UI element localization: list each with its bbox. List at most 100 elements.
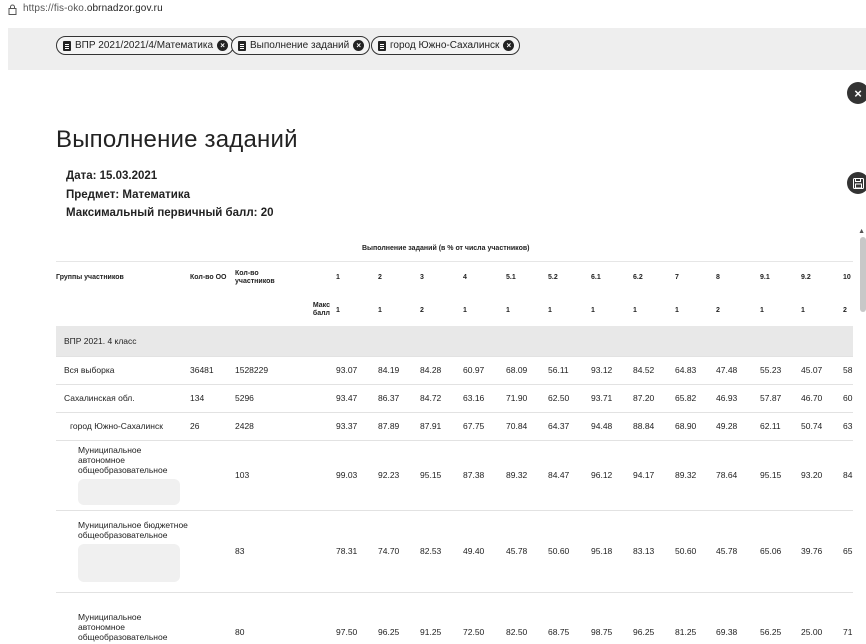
table-row: Муниципальное бюджетное общеобразователь… — [56, 510, 853, 592]
oo-count-cell: 134 — [190, 393, 205, 403]
filter-chip-test[interactable]: ВПР 2021/2021/4/Математика × — [56, 36, 235, 55]
task-percent-cell: 84 — [843, 470, 853, 480]
task-percent-cell: 49.40 — [463, 546, 485, 556]
task-percent-cell: 84.47 — [548, 470, 570, 480]
task-percent-cell: 91.25 — [420, 627, 442, 638]
task-percent-cell: 89.32 — [675, 470, 697, 480]
row-group-name[interactable]: город Южно-Сахалинск — [56, 412, 190, 440]
task-percent-cell: 98.75 — [591, 627, 613, 638]
document-icon — [63, 40, 71, 51]
task-percent-cell: 95.15 — [420, 470, 442, 480]
task-percent-cell: 55.23 — [760, 365, 782, 375]
task-percent-cell: 45.07 — [801, 365, 823, 375]
participants-cell: 103 — [235, 470, 250, 480]
max-score-cell: 1 — [506, 306, 510, 314]
task-percent-cell: 62.50 — [548, 393, 570, 403]
task-percent-cell: 87.89 — [378, 421, 400, 431]
task-percent-cell: 65.06 — [760, 546, 782, 556]
section-label: ВПР 2021. 4 класс — [64, 335, 137, 346]
task-percent-cell: 96.25 — [633, 627, 655, 638]
task-percent-cell: 96.12 — [591, 470, 613, 480]
max-score-cell: 1 — [675, 306, 679, 314]
filter-chip-report[interactable]: Выполнение заданий × — [231, 36, 371, 55]
task-percent-cell: 68.09 — [506, 365, 528, 375]
task-percent-cell: 50.60 — [675, 546, 697, 556]
task-percent-cell: 82.50 — [506, 627, 528, 638]
table-row: город Южно-Сахалинск 26 2428 93.37 87.89 87.9… — [56, 412, 853, 440]
col-header-task[interactable]: 1 — [336, 261, 378, 294]
row-group-label: город Южно-Сахалинск — [70, 421, 163, 431]
task-percent-cell: 68.90 — [675, 421, 697, 431]
save-button[interactable] — [847, 172, 866, 194]
task-percent-cell: 86.37 — [378, 393, 400, 403]
task-percent-cell: 87.38 — [463, 470, 485, 480]
task-percent-cell: 62.11 — [760, 421, 781, 431]
task-percent-cell: 45.78 — [716, 546, 738, 556]
col-header-task[interactable]: 9.1 — [760, 261, 801, 294]
table-row: Вся выборка 36481 1528229 93.07 84.19 84.28 60… — [56, 356, 853, 384]
col-header-task[interactable]: 8 — [716, 261, 760, 294]
task-percent-cell: 71 — [843, 627, 853, 638]
address-bar[interactable]: https://fis-oko.obrnadzor.gov.ru — [0, 0, 866, 17]
report-date: Дата: 15.03.2021 — [66, 170, 158, 182]
vertical-scrollbar[interactable] — [860, 237, 866, 312]
row-group-name[interactable]: Муниципальное бюджетное общеобразователь… — [56, 510, 190, 592]
task-percent-cell: 78.31 — [336, 546, 358, 556]
remove-filter-icon[interactable]: × — [503, 40, 515, 51]
task-percent-cell: 25.00 — [801, 627, 823, 638]
row-group-name[interactable]: Сахалинская обл. — [56, 384, 190, 412]
row-group-name[interactable]: Муниципальное автономное общеобразовател… — [56, 440, 190, 510]
col-header-task[interactable]: 2 — [378, 261, 420, 294]
task-percent-cell: 93.20 — [801, 470, 823, 480]
table-row: Сахалинская обл. 134 5296 93.47 86.37 84.72 63… — [56, 384, 853, 412]
max-score-cell: 2 — [420, 306, 424, 314]
task-percent-cell: 68.75 — [548, 627, 570, 638]
spacer-cell — [294, 412, 336, 440]
col-header-task[interactable]: 7 — [675, 261, 716, 294]
remove-filter-icon[interactable]: × — [217, 40, 229, 51]
max-score-cell: 1 — [463, 306, 467, 314]
task-percent-cell: 63.16 — [463, 393, 485, 403]
spacer-cell — [294, 440, 336, 510]
task-percent-cell: 49.28 — [716, 421, 738, 431]
col-header-task[interactable]: 5.2 — [548, 261, 591, 294]
scroll-up-icon[interactable]: ▲ — [858, 228, 865, 235]
floppy-disk-icon — [852, 177, 864, 189]
results-table-container: Выполнение заданий (в % от числа участни… — [56, 237, 866, 644]
row-group-name[interactable]: Муниципальное автономное общеобразовател… — [56, 592, 190, 644]
task-percent-cell: 72.50 — [463, 627, 485, 638]
task-percent-cell: 60.97 — [463, 365, 485, 375]
task-percent-cell: 95.15 — [760, 470, 782, 480]
filter-bar: ВПР 2021/2021/4/Математика × Выполнение … — [8, 28, 866, 70]
page-title: Выполнение заданий — [56, 126, 298, 153]
col-header-task[interactable]: 10 — [843, 261, 853, 294]
col-header-task[interactable]: 6.1 — [591, 261, 633, 294]
col-header-groups[interactable]: Группы участников — [56, 261, 190, 294]
participants-cell: 83 — [235, 546, 245, 556]
oo-count-cell: 26 — [190, 421, 200, 431]
close-button[interactable]: × — [847, 82, 866, 104]
col-header-task[interactable]: 6.2 — [633, 261, 675, 294]
filter-chip-city[interactable]: город Южно-Сахалинск × — [371, 36, 521, 55]
col-header-oo[interactable]: Кол-во ОО — [190, 261, 235, 294]
col-header-task[interactable]: 5.1 — [506, 261, 548, 294]
col-header-task[interactable]: 9.2 — [801, 261, 843, 294]
task-percent-cell: 50.74 — [801, 421, 823, 431]
redacted-block — [78, 544, 180, 582]
col-header-participants[interactable]: Кол-во участников — [235, 261, 294, 294]
results-table: Выполнение заданий (в % от числа участни… — [56, 237, 853, 644]
row-group-name[interactable]: Вся выборка — [56, 356, 190, 384]
lock-icon — [8, 4, 17, 15]
max-score-cell: 1 — [336, 306, 340, 314]
max-score-cell: 1 — [378, 306, 382, 314]
task-percent-cell: 57.87 — [760, 393, 782, 403]
task-percent-cell: 67.75 — [463, 421, 485, 431]
task-percent-cell: 88.84 — [633, 421, 655, 431]
task-percent-cell: 60 — [843, 393, 853, 403]
row-group-label: Муниципальное бюджетное общеобразователь… — [78, 520, 188, 540]
col-header-task[interactable]: 4 — [463, 261, 506, 294]
max-score-cell: 1 — [760, 306, 764, 314]
col-header-task[interactable]: 3 — [420, 261, 463, 294]
remove-filter-icon[interactable]: × — [353, 40, 365, 51]
row-group-label: Муниципальное автономное общеобразовател… — [78, 612, 168, 644]
